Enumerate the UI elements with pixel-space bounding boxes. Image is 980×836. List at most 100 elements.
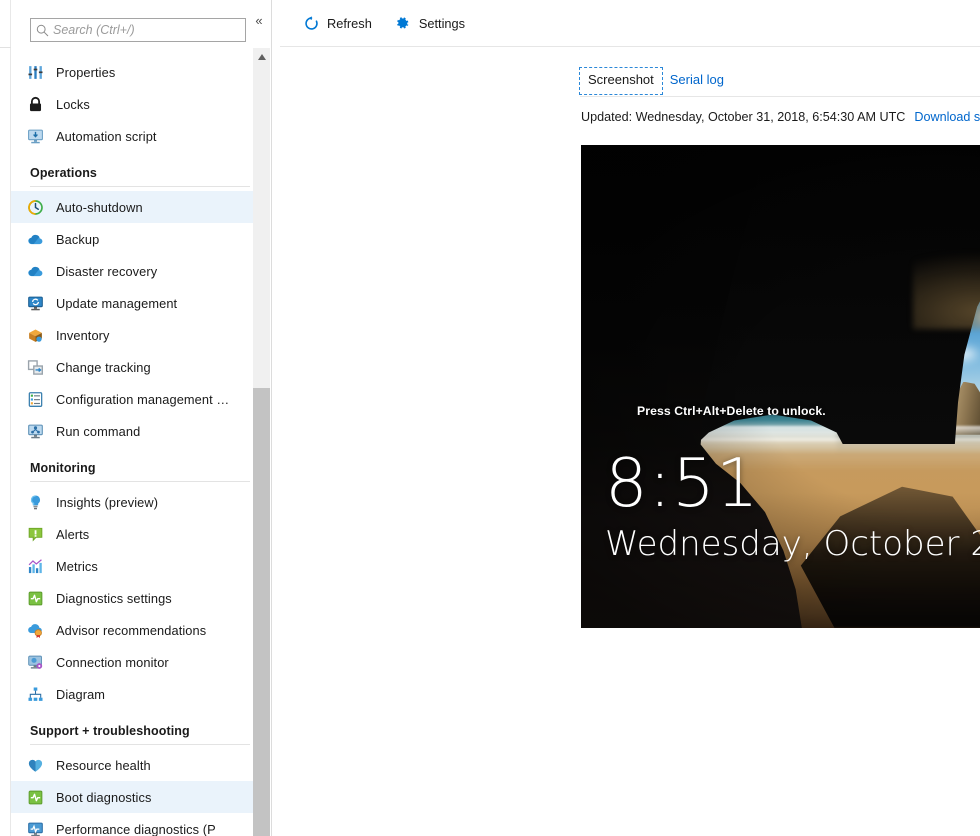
sidebar-scroll-up-arrow[interactable] bbox=[253, 48, 270, 65]
sidebar-item-connection-monitor[interactable]: Connection monitor bbox=[11, 646, 253, 678]
sidebar-section-monitoring: Monitoring bbox=[11, 447, 253, 486]
sidebar-section-operations: Operations bbox=[11, 152, 253, 191]
boot-diagnostics-icon bbox=[26, 788, 44, 806]
sidebar-item-auto-shutdown[interactable]: Auto-shutdown bbox=[11, 191, 253, 223]
sidebar-item-alerts[interactable]: Alerts bbox=[11, 518, 253, 550]
sidebar-item-change-tracking[interactable]: Change tracking bbox=[11, 351, 253, 383]
sidebar-item-diagram[interactable]: Diagram bbox=[11, 678, 253, 710]
lock-screen-clock: 8:51 bbox=[605, 450, 759, 517]
lock-icon bbox=[26, 95, 44, 113]
alert-bell-icon bbox=[26, 525, 44, 543]
sidebar-item-disaster-recovery[interactable]: Disaster recovery bbox=[11, 255, 253, 287]
main-content-pane: Refresh Settings Screenshot Serial log U… bbox=[280, 0, 980, 836]
sidebar-item-label: Auto-shutdown bbox=[56, 200, 143, 215]
download-screenshot-link[interactable]: Download screenshot bbox=[914, 110, 980, 124]
refresh-icon bbox=[302, 14, 320, 32]
properties-sliders-icon bbox=[26, 63, 44, 81]
sidebar-section-support-troubleshooting: Support + troubleshooting bbox=[11, 710, 253, 749]
sidebar-right-divider bbox=[271, 0, 272, 836]
sidebar-top-divider bbox=[0, 47, 11, 48]
sidebar-item-label: Alerts bbox=[56, 527, 89, 542]
connection-monitor-icon bbox=[26, 653, 44, 671]
settings-button[interactable]: Settings bbox=[394, 8, 465, 38]
sidebar-item-boot-diagnostics[interactable]: Boot diagnostics bbox=[11, 781, 253, 813]
lock-screen-date: Wednesday, October 24 bbox=[605, 527, 980, 561]
sidebar-item-label: Insights (preview) bbox=[56, 495, 158, 510]
sidebar-item-automation-script[interactable]: Automation script bbox=[11, 120, 253, 152]
sidebar-item-label: Inventory bbox=[56, 328, 110, 343]
lock-screen-image: Press Ctrl+Alt+Delete to unlock. 8:51 We… bbox=[581, 145, 980, 628]
refresh-label: Refresh bbox=[327, 16, 372, 31]
heart-health-icon bbox=[26, 756, 44, 774]
sidebar-item-label: Disaster recovery bbox=[56, 264, 157, 279]
sidebar-search-box[interactable] bbox=[30, 18, 246, 42]
sidebar-item-advisor-recommendations[interactable]: Advisor recommendations bbox=[11, 614, 253, 646]
run-command-icon bbox=[26, 422, 44, 440]
sidebar-nav-list: PropertiesLocks Automation script Operatio… bbox=[11, 56, 253, 836]
sidebar-item-update-management[interactable]: Update management bbox=[11, 287, 253, 319]
sidebar-item-label: Boot diagnostics bbox=[56, 790, 152, 805]
sidebar-item-properties[interactable]: Properties bbox=[11, 56, 253, 88]
sidebar-section-divider bbox=[30, 744, 250, 745]
metrics-chart-icon bbox=[26, 557, 44, 575]
azure-portal-boot-diagnostics-page: « PropertiesLocks Automation script Operat… bbox=[0, 0, 980, 836]
sidebar-item-label: Diagram bbox=[56, 687, 105, 702]
sidebar-section-title: Monitoring bbox=[30, 461, 253, 475]
tab-screenshot[interactable]: Screenshot bbox=[580, 68, 662, 94]
change-tracking-icon bbox=[26, 358, 44, 376]
sidebar-item-label: Automation script bbox=[56, 129, 157, 144]
refresh-button[interactable]: Refresh bbox=[302, 8, 372, 38]
sidebar-section-divider bbox=[30, 481, 250, 482]
sidebar-item-label: Performance diagnostics (P bbox=[56, 822, 216, 836]
sidebar-item-backup[interactable]: Backup bbox=[11, 223, 253, 255]
diagram-nodes-icon bbox=[26, 685, 44, 703]
sidebar-item-label: Advisor recommendations bbox=[56, 623, 206, 638]
content-tabs: Screenshot Serial log bbox=[580, 68, 732, 94]
sidebar-item-label: Diagnostics settings bbox=[56, 591, 172, 606]
sidebar-item-performance-diagnostics-p[interactable]: Performance diagnostics (P bbox=[11, 813, 253, 836]
cloud-backup-icon bbox=[26, 230, 44, 248]
configuration-list-icon bbox=[26, 390, 44, 408]
cloud-recovery-icon bbox=[26, 262, 44, 280]
sidebar-item-resource-health[interactable]: Resource health bbox=[11, 749, 253, 781]
automation-script-icon bbox=[26, 127, 44, 145]
sidebar-item-inventory[interactable]: Inventory bbox=[11, 319, 253, 351]
settings-label: Settings bbox=[419, 16, 465, 31]
command-bar: Refresh Settings bbox=[280, 0, 980, 47]
performance-diagnostics-icon bbox=[26, 820, 44, 836]
sidebar-item-diagnostics-settings[interactable]: Diagnostics settings bbox=[11, 582, 253, 614]
boot-screenshot-preview[interactable]: Press Ctrl+Alt+Delete to unlock. 8:51 We… bbox=[581, 145, 980, 628]
sidebar-item-label: Backup bbox=[56, 232, 99, 247]
sidebar-item-locks[interactable]: Locks bbox=[11, 88, 253, 120]
update-monitor-icon bbox=[26, 294, 44, 312]
sidebar-section-title: Operations bbox=[30, 166, 253, 180]
sidebar-item-configuration-management[interactable]: Configuration management … bbox=[11, 383, 253, 415]
sidebar-item-insights-preview[interactable]: Insights (preview) bbox=[11, 486, 253, 518]
sidebar-item-label: Change tracking bbox=[56, 360, 151, 375]
advisor-ribbon-icon bbox=[26, 621, 44, 639]
clock-icon bbox=[26, 198, 44, 216]
sidebar-item-label: Metrics bbox=[56, 559, 98, 574]
sidebar-section-title: Support + troubleshooting bbox=[30, 724, 253, 738]
sidebar-item-label: Resource health bbox=[56, 758, 151, 773]
unlock-hint-text: Press Ctrl+Alt+Delete to unlock. bbox=[637, 404, 826, 418]
sidebar-item-run-command[interactable]: Run command bbox=[11, 415, 253, 447]
search-icon bbox=[31, 24, 53, 37]
resource-menu-sidebar: « PropertiesLocks Automation script Operat… bbox=[0, 0, 280, 836]
updated-row: Updated: Wednesday, October 31, 2018, 6:… bbox=[581, 110, 980, 124]
diagnostics-pulse-icon bbox=[26, 589, 44, 607]
sidebar-item-label: Update management bbox=[56, 296, 177, 311]
collapse-sidebar-chevron[interactable]: « bbox=[249, 10, 269, 30]
updated-timestamp: Updated: Wednesday, October 31, 2018, 6:… bbox=[581, 110, 905, 124]
lightbulb-icon bbox=[26, 493, 44, 511]
tabs-bottom-divider bbox=[580, 96, 980, 97]
sidebar-item-label: Run command bbox=[56, 424, 140, 439]
sidebar-item-metrics[interactable]: Metrics bbox=[11, 550, 253, 582]
search-input[interactable] bbox=[53, 20, 245, 40]
sidebar-scrollbar-thumb[interactable] bbox=[253, 388, 270, 836]
gear-icon bbox=[394, 14, 412, 32]
sidebar-item-label: Connection monitor bbox=[56, 655, 169, 670]
tab-serial-log[interactable]: Serial log bbox=[662, 68, 732, 94]
sidebar-item-label: Configuration management … bbox=[56, 392, 229, 407]
sidebar-section-divider bbox=[30, 186, 250, 187]
